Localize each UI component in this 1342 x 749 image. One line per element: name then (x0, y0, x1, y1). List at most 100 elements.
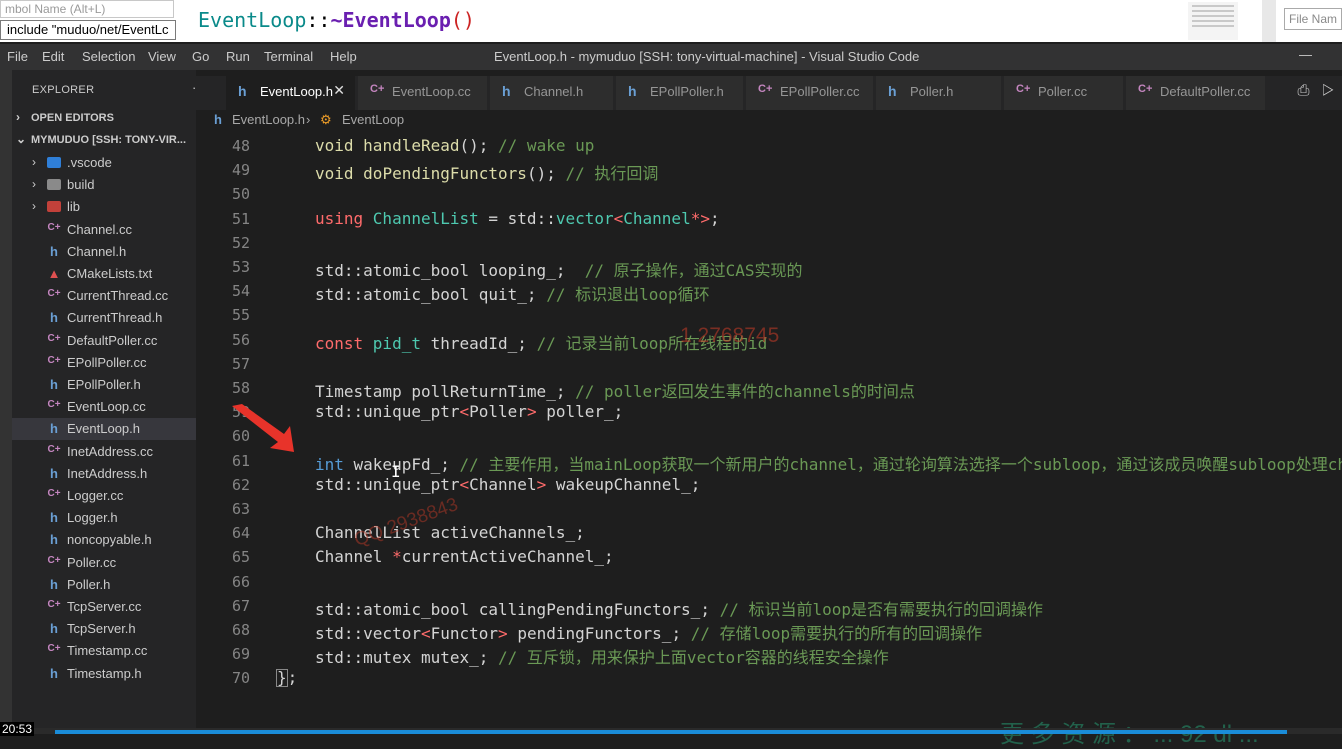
folder-vscode[interactable]: ›.vscode (12, 152, 196, 174)
file-item[interactable]: C+DefaultPoller.cc (12, 330, 196, 352)
code-token: > (537, 475, 556, 494)
tab-eventloop-cc[interactable]: C+ EventLoop.cc (358, 76, 488, 110)
editor-tab-bar: hEventLoop.h✕C+EventLoop.cchChannel.hhEP… (196, 76, 1342, 110)
split-editor-icon[interactable]: ⎙ (1297, 82, 1309, 99)
file-label: EventLoop.cc (67, 399, 146, 414)
header-file-icon: h (45, 510, 63, 525)
cpp-file-icon: C+ (370, 83, 384, 95)
file-item[interactable]: C+CurrentThread.cc (12, 285, 196, 307)
code-token: // 标识退出loop循环 (546, 285, 709, 304)
file-item[interactable]: hTcpServer.h (12, 618, 196, 640)
file-item[interactable]: C+InetAddress.cc (12, 441, 196, 463)
code-editor[interactable]: 48void handleRead(); // wake up49void do… (196, 130, 1342, 734)
text-cursor-icon: I (391, 462, 401, 481)
code-token: // 标识当前loop是否有需要执行的回调操作 (720, 600, 1043, 619)
line-number: 56 (196, 331, 250, 349)
scope-separator: :: (306, 8, 330, 32)
close-icon[interactable]: ✕ (333, 82, 345, 99)
menu-run[interactable]: Run (226, 49, 250, 64)
cpp-file-icon: C+ (758, 83, 772, 95)
tab-label: EventLoop.h (260, 84, 333, 99)
code-token: const (315, 334, 373, 353)
code-line: std::vector<Functor> pendingFunctors_; /… (315, 620, 982, 644)
file-item[interactable]: C+TcpServer.cc (12, 596, 196, 618)
file-item[interactable]: hCurrentThread.h (12, 307, 196, 329)
header-file-icon: h (45, 532, 63, 547)
tab-poller-cc[interactable]: C+Poller.cc (1004, 76, 1124, 110)
previous-window-scrollbar[interactable] (1262, 0, 1276, 42)
tab-epollpoller-h[interactable]: hEPollPoller.h (616, 76, 744, 110)
file-label: Timestamp.cc (67, 643, 147, 658)
menu-edit[interactable]: Edit (42, 49, 64, 64)
folder-build[interactable]: ›build (12, 174, 196, 196)
symbol-name-input[interactable]: mbol Name (Alt+L) (0, 0, 174, 18)
line-number: 53 (196, 258, 250, 276)
file-item[interactable]: C+Poller.cc (12, 552, 196, 574)
file-item[interactable]: hTimestamp.h (12, 663, 196, 685)
line-number: 57 (196, 355, 250, 373)
file-item[interactable]: hEPollPoller.h (12, 374, 196, 396)
code-token: < (460, 475, 470, 494)
code-line: std::atomic_bool looping_; // 原子操作，通过CAS… (315, 257, 803, 281)
file-item[interactable]: hChannel.h (12, 241, 196, 263)
code-line: void doPendingFunctors(); // 执行回调 (315, 160, 658, 184)
line-number: 55 (196, 306, 250, 324)
code-token: handleRead (363, 136, 459, 155)
tab-label: EventLoop.cc (392, 84, 471, 99)
tab-epollpoller-cc[interactable]: C+EPollPoller.cc (746, 76, 874, 110)
open-editors-label: OPEN EDITORS (31, 112, 114, 124)
code-token: > (527, 402, 546, 421)
file-item[interactable]: hInetAddress.h (12, 463, 196, 485)
code-token: std::atomic_bool callingPendingFunctors_… (315, 600, 720, 619)
run-icon[interactable]: ▷ (1322, 82, 1334, 99)
file-label: InetAddress.h (67, 466, 147, 481)
menu-help[interactable]: Help (330, 49, 357, 64)
open-editors-section[interactable]: › OPEN EDITORS (12, 108, 196, 128)
code-token: Poller (469, 402, 527, 421)
header-file-icon: h (888, 83, 897, 99)
folder-lib[interactable]: ›lib (12, 196, 196, 218)
file-label: DefaultPoller.cc (67, 333, 157, 348)
file-label: Logger.h (67, 510, 118, 525)
file-item[interactable]: hEventLoop.h (12, 418, 196, 440)
code-token: // 主要作用，当mainLoop获取一个新用户的channel，通过轮询算法选… (460, 455, 1342, 474)
file-item[interactable]: ▲CMakeLists.txt (12, 263, 196, 285)
file-item[interactable]: h Logger.h (12, 507, 196, 529)
menu-view[interactable]: View (148, 49, 176, 64)
menu-go[interactable]: Go (192, 49, 209, 64)
tab-poller-h[interactable]: hPoller.h (876, 76, 1002, 110)
minimize-button[interactable]: — (1299, 47, 1312, 62)
file-item[interactable]: hnoncopyable.h (12, 529, 196, 551)
file-name-input[interactable]: File Nam (1284, 8, 1342, 30)
file-item[interactable]: C+Logger.cc (12, 485, 196, 507)
cmake-icon: ▲ (45, 266, 63, 281)
workspace-section[interactable]: ⌄ MYMUDUO [SSH: TONY-VIR... (12, 130, 196, 150)
code-line: int wakeupFd_; // 主要作用，当mainLoop获取一个新用户的… (315, 451, 1342, 475)
file-item[interactable]: C+EPollPoller.cc (12, 352, 196, 374)
menu-selection[interactable]: Selection (82, 49, 135, 64)
breadcrumb-file[interactable]: EventLoop.h (232, 112, 305, 127)
line-number: 48 (196, 137, 250, 155)
file-item[interactable]: hPoller.h (12, 574, 196, 596)
file-label: Channel.cc (67, 222, 132, 237)
tab-defaultpoller-cc[interactable]: C+DefaultPoller.cc (1126, 76, 1266, 110)
file-item[interactable]: C+ EventLoop.cc (12, 396, 196, 418)
file-item[interactable]: C+Timestamp.cc (12, 640, 196, 662)
code-token: std::atomic_bool quit_; (315, 285, 546, 304)
line-number: 67 (196, 597, 250, 615)
tab-channel-h[interactable]: hChannel.h (490, 76, 614, 110)
menu-terminal[interactable]: Terminal (264, 49, 313, 64)
header-file-icon: h (45, 577, 63, 592)
folder-label: lib (67, 199, 80, 214)
file-item[interactable]: C+Channel.cc (12, 219, 196, 241)
breadcrumb-symbol[interactable]: EventLoop (342, 112, 404, 127)
header-file-icon: h (45, 666, 63, 681)
cpp-file-icon: C+ (45, 399, 63, 410)
code-token: int (315, 455, 354, 474)
line-number: 49 (196, 161, 250, 179)
code-token: (); (527, 164, 566, 183)
tab-eventloop-h[interactable]: hEventLoop.h✕ (226, 76, 356, 110)
folder-icon (45, 199, 63, 215)
menu-file[interactable]: File (7, 49, 28, 64)
code-line: std::mutex mutex_; // 互斥锁，用来保护上面vector容器… (315, 644, 889, 668)
